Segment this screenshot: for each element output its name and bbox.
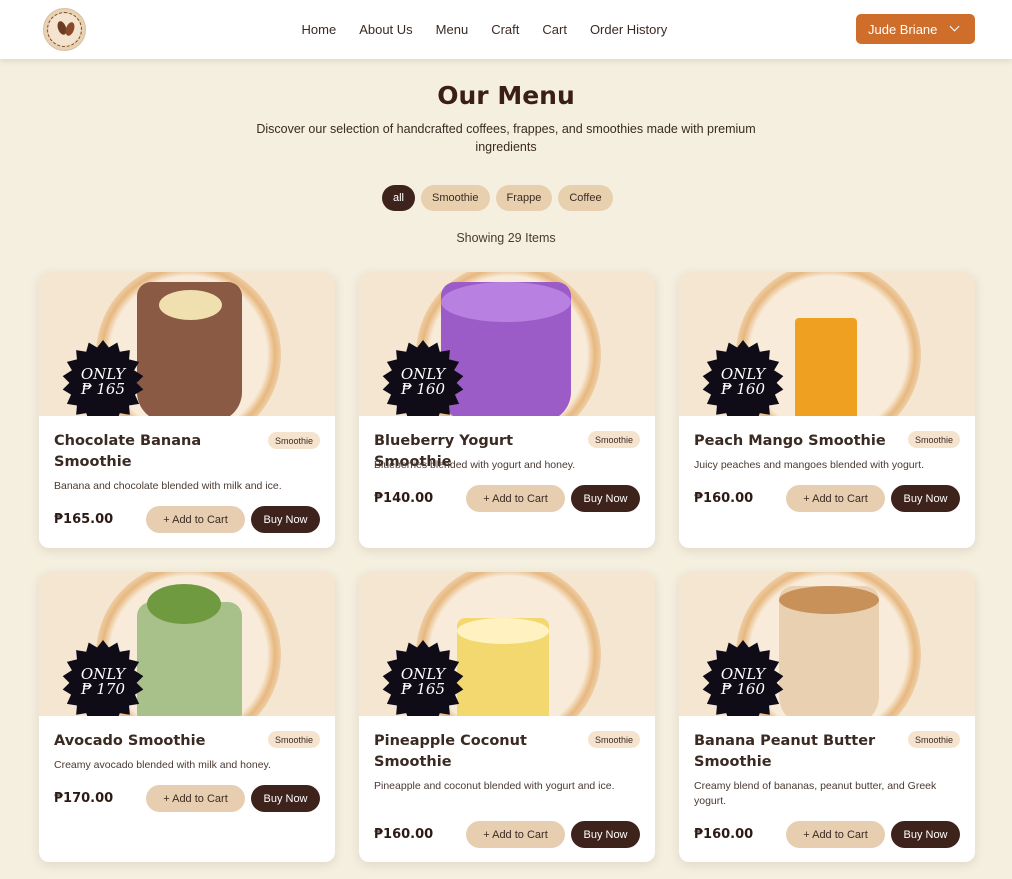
product-description: Creamy blend of bananas, peanut butter, … [694,780,937,807]
item-count: Showing 29 Items [456,231,556,245]
product-image: ONLY ₱ 165 [39,272,335,416]
buy-now-button[interactable]: Buy Now [571,821,640,848]
product-image: ONLY ₱ 160 [679,272,975,416]
product-price: ₱170.00 [54,791,114,806]
buy-now-button[interactable]: Buy Now [571,485,640,512]
product-image: ONLY ₱ 170 [39,572,335,716]
product-price: ₱160.00 [694,827,754,842]
buy-now-button[interactable]: Buy Now [251,506,320,533]
product-name: Chocolate Banana Smoothie [54,433,202,470]
category-tag: Smoothie [587,431,640,448]
nav-cart[interactable]: Cart [542,22,567,37]
add-to-cart-button[interactable]: + Add to Cart [146,785,245,812]
category-filters: all Smoothie Frappe Coffee [382,185,619,211]
category-tag: Smoothie [907,431,960,448]
filter-all[interactable]: all [382,185,416,211]
drink-glass [795,318,857,416]
product-price: ₱165.00 [54,512,114,527]
product-price: ₱160.00 [694,491,754,506]
product-image: ONLY ₱ 160 [679,572,975,716]
product-price: ₱140.00 [374,491,434,506]
product-description: Juicy peaches and mangoes blended with y… [694,459,924,471]
filter-frappe[interactable]: Frappe [495,185,553,211]
buy-now-button[interactable]: Buy Now [251,785,320,812]
product-description: Banana and chocolate blended with milk a… [54,480,282,492]
product-name: Avocado Smoothie [54,733,206,749]
filter-coffee[interactable]: Coffee [558,185,613,211]
product-description: Creamy avocado blended with milk and hon… [54,759,271,771]
product-card: ONLY ₱ 165 Chocolate Banana Smoothie Smo… [39,272,335,548]
product-price: ₱160.00 [374,827,434,842]
category-tag: Smoothie [907,731,960,748]
product-name: Banana Peanut Butter Smoothie [694,733,876,770]
nav-order-history[interactable]: Order History [590,22,667,37]
page-title: Our Menu [437,81,575,110]
main-nav: Home About Us Menu Craft Cart Order Hist… [290,0,679,59]
nav-craft[interactable]: Craft [491,22,519,37]
category-tag: Smoothie [267,731,320,748]
category-tag: Smoothie [587,731,640,748]
product-card: ONLY ₱ 165 Pineapple Coconut Smoothie Sm… [359,572,655,862]
nav-menu[interactable]: Menu [436,22,469,37]
nav-home[interactable]: Home [302,22,337,37]
drink-glass [137,584,242,716]
drink-glass [457,618,549,716]
header: Home About Us Menu Craft Cart Order Hist… [0,0,1012,59]
product-description: Pineapple and coconut blended with yogur… [374,780,615,792]
filter-smoothie[interactable]: Smoothie [421,185,490,211]
user-name: Jude Briane [868,21,938,37]
add-to-cart-button[interactable]: + Add to Cart [466,485,565,512]
category-tag: Smoothie [267,432,320,449]
add-to-cart-button[interactable]: + Add to Cart [466,821,565,848]
product-card: ONLY ₱ 160 Blueberry Yogurt Smoothie Smo… [359,272,655,548]
nav-about-us[interactable]: About Us [359,22,412,37]
product-description: Blueberries blended with yogurt and hone… [374,459,576,471]
drink-glass [779,586,879,716]
drink-glass [441,282,571,416]
add-to-cart-button[interactable]: + Add to Cart [786,485,885,512]
buy-now-button[interactable]: Buy Now [891,485,960,512]
brand-logo[interactable] [43,8,86,51]
product-name: Pineapple Coconut Smoothie [374,733,527,770]
page-subtitle: Discover our selection of handcrafted co… [256,122,756,154]
product-image: ONLY ₱ 160 [359,272,655,416]
product-card: ONLY ₱ 170 Avocado Smoothie Smoothie Cre… [39,572,335,862]
product-name: Peach Mango Smoothie [694,433,886,449]
drink-glass [137,282,242,416]
chevron-down-icon [949,21,960,32]
buy-now-button[interactable]: Buy Now [891,821,960,848]
add-to-cart-button[interactable]: + Add to Cart [146,506,245,533]
product-card: ONLY ₱ 160 Banana Peanut Butter Smoothie… [679,572,975,862]
add-to-cart-button[interactable]: + Add to Cart [786,821,885,848]
product-card: ONLY ₱ 160 Peach Mango Smoothie Smoothie… [679,272,975,548]
user-menu-button[interactable]: Jude Briane [856,14,975,44]
product-image: ONLY ₱ 165 [359,572,655,716]
